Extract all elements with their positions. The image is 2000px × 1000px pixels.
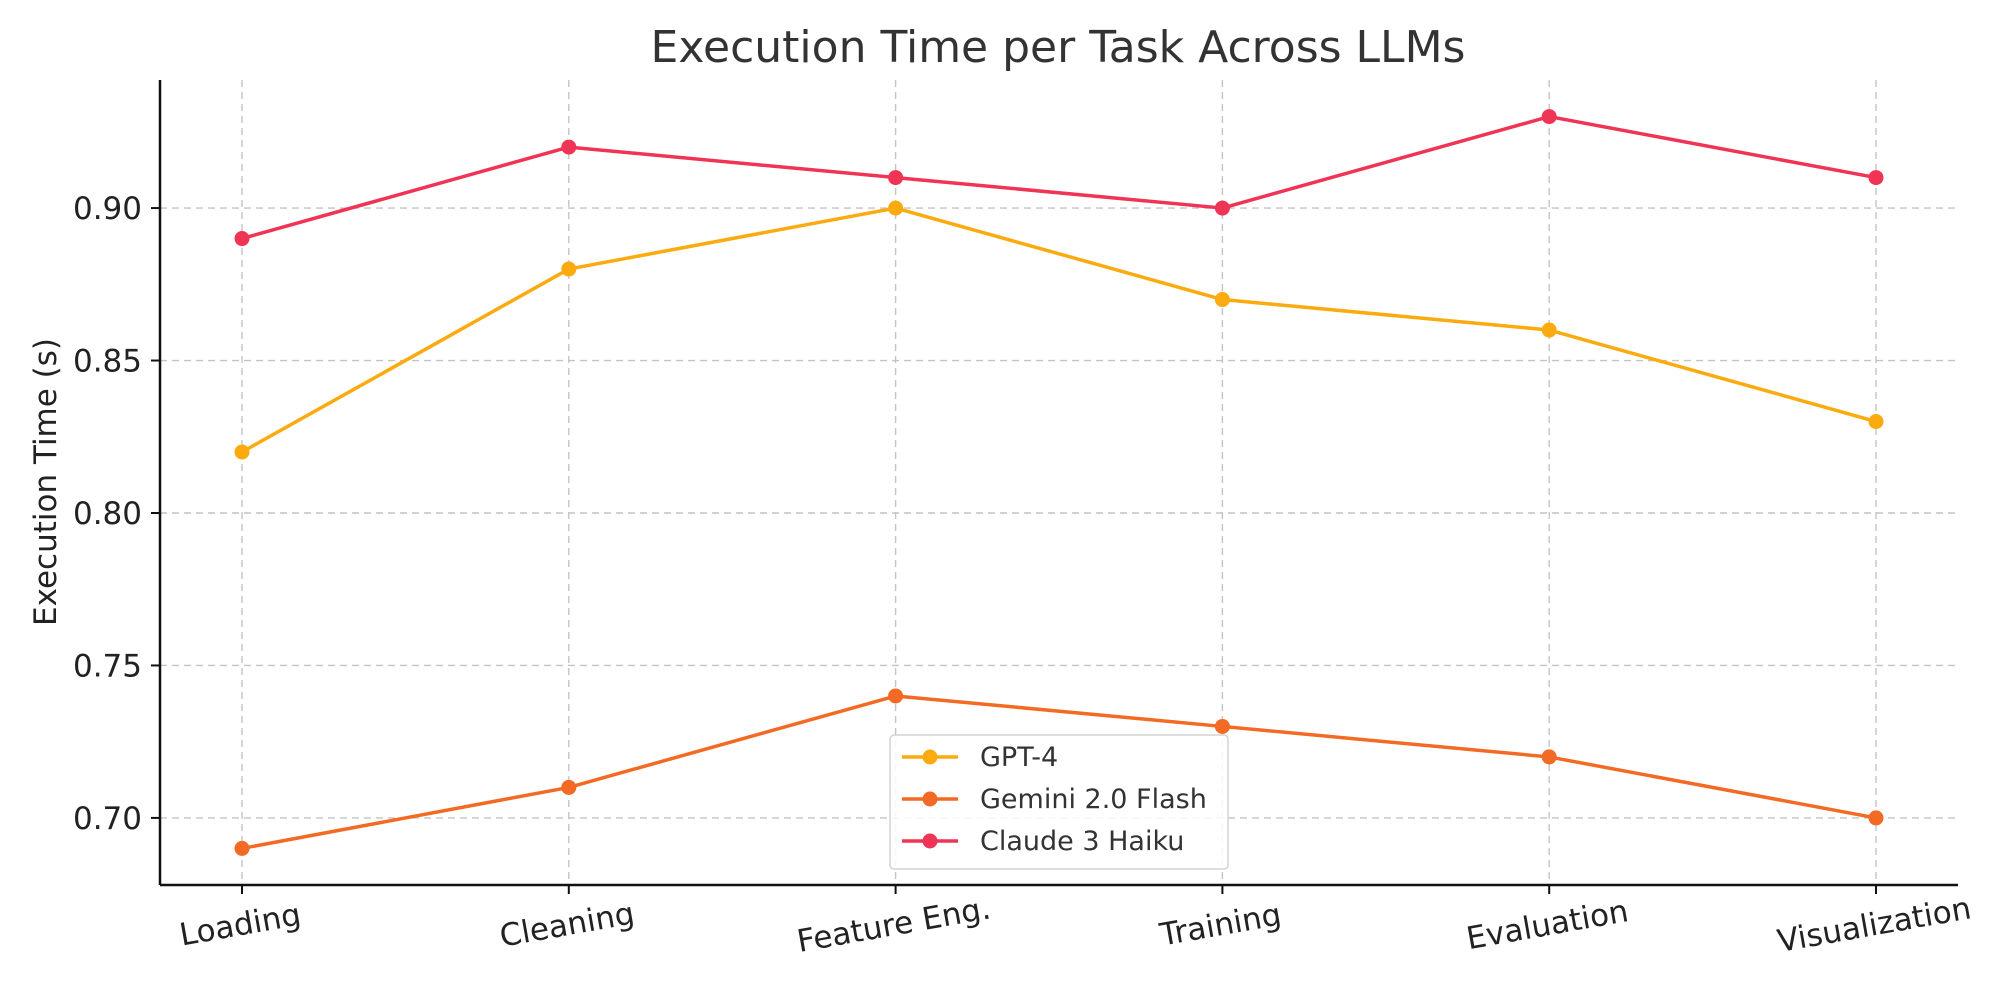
line-chart: 0.70 0.75 0.80 0.85 0.90 Loading Cleaning Feat… [28, 22, 1974, 960]
data-point [1214, 200, 1230, 216]
legend: GPT-4 Gemini 2.0 Flash Claude 3 Haiku [889, 734, 1229, 870]
chart-title: Execution Time per Task Across LLMs [651, 22, 1466, 73]
data-point [1541, 322, 1557, 338]
data-point [1541, 749, 1557, 765]
y-tick-label: 0.75 [73, 648, 142, 684]
x-tick-label: Visualization [1775, 890, 1974, 959]
legend-swatch-marker [922, 791, 938, 807]
data-point [1214, 718, 1230, 734]
data-point [561, 139, 577, 155]
data-point [1868, 414, 1884, 430]
legend-label: Claude 3 Haiku [980, 826, 1184, 857]
data-point [234, 231, 250, 247]
legend-swatch-marker [922, 749, 938, 765]
chart-container: 0.70 0.75 0.80 0.85 0.90 Loading Cleaning Feat… [0, 0, 2000, 1000]
data-point [1214, 292, 1230, 308]
y-tick-label: 0.85 [73, 344, 142, 380]
data-point [561, 779, 577, 795]
x-tick-label: Feature Eng. [794, 890, 993, 959]
data-point [888, 170, 904, 186]
legend-label: Gemini 2.0 Flash [980, 784, 1207, 815]
y-axis-label: Execution Time (s) [28, 338, 64, 626]
data-point [888, 200, 904, 216]
series-line [240, 114, 1878, 241]
y-ticks: 0.70 0.75 0.80 0.85 0.90 [73, 191, 160, 837]
data-point [561, 261, 577, 277]
y-tick-label: 0.70 [73, 801, 142, 837]
data-point [888, 688, 904, 704]
legend-swatch-marker [922, 833, 938, 849]
y-tick-label: 0.90 [73, 191, 142, 227]
series-line [240, 206, 1878, 454]
data-point [234, 444, 250, 460]
legend-label: GPT-4 [980, 742, 1058, 773]
x-tick-label: Cleaning [497, 896, 637, 955]
x-tick-label: Training [1156, 897, 1284, 954]
x-tick-label: Loading [177, 897, 304, 954]
data-point [1868, 810, 1884, 826]
x-ticks: Loading Cleaning Feature Eng. Training Evalu… [177, 885, 1974, 960]
y-tick-label: 0.80 [73, 496, 142, 532]
data-point [1868, 170, 1884, 186]
x-tick-label: Evaluation [1464, 893, 1631, 957]
data-point [1541, 109, 1557, 125]
data-point [234, 840, 250, 856]
